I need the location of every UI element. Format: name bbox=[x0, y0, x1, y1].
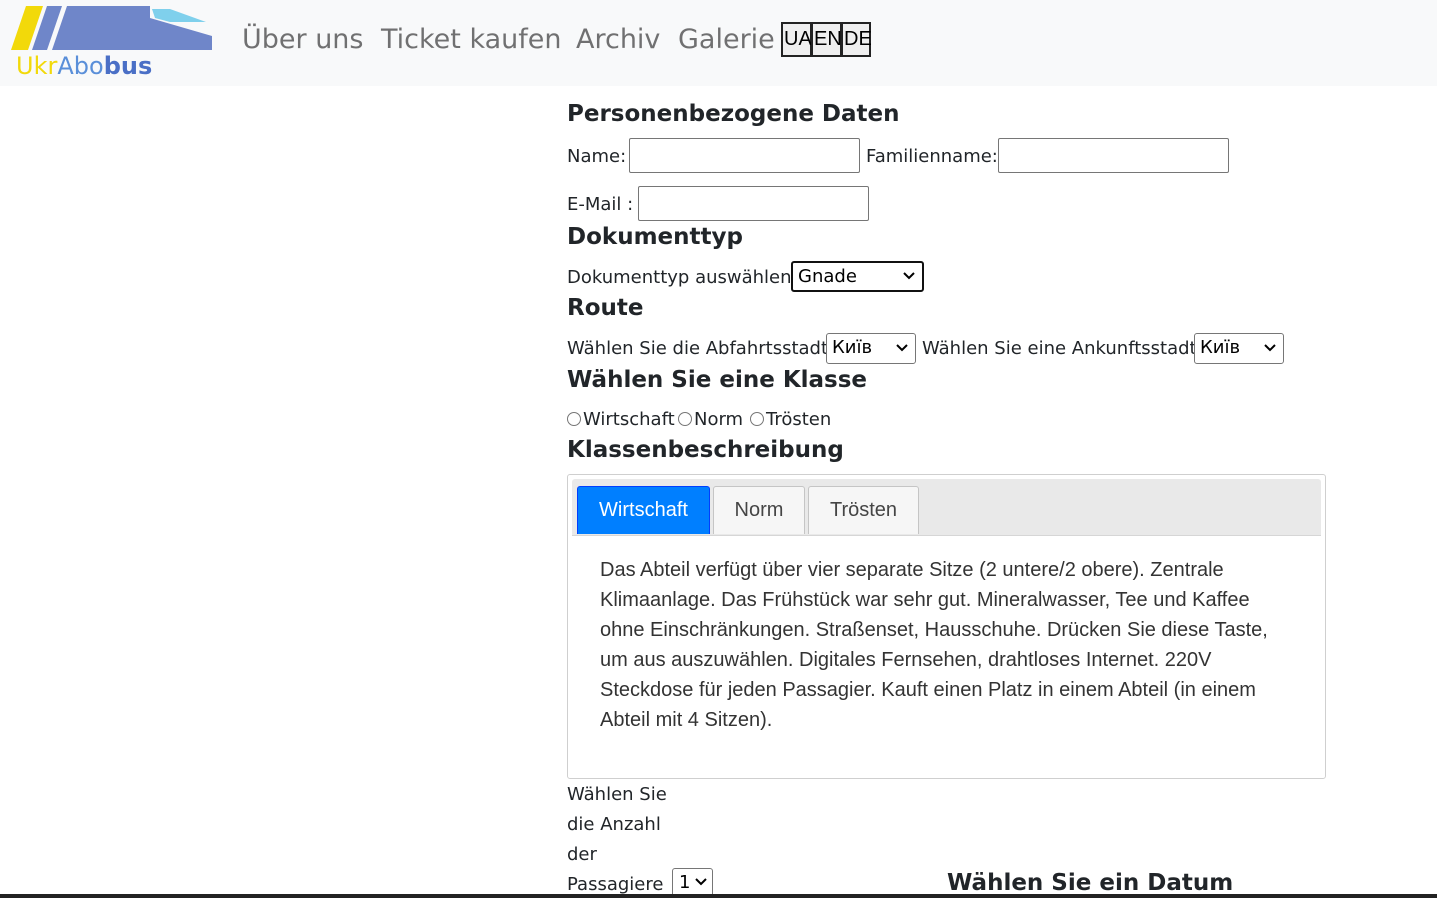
lang-en-button[interactable]: EN bbox=[811, 22, 842, 57]
passengers-count-selected-value: 1 bbox=[679, 872, 691, 893]
brand-name: UkrAbobus bbox=[16, 52, 152, 80]
document-type-label: Dokumenttyp auswählen bbox=[567, 267, 792, 288]
tab-standard[interactable]: Norm bbox=[713, 486, 805, 534]
nav-archive[interactable]: Archiv bbox=[576, 22, 660, 58]
arrival-city-selected-value: Київ bbox=[1200, 337, 1241, 358]
document-type-selected-value: Gnade bbox=[798, 266, 857, 287]
brand-logo[interactable]: UkrAbobus bbox=[10, 4, 215, 80]
brand-name-ukr: Ukr bbox=[16, 52, 58, 80]
nav-about-us[interactable]: Über uns bbox=[242, 22, 364, 58]
chevron-down-icon bbox=[903, 271, 915, 279]
route-heading: Route bbox=[567, 295, 644, 321]
chevron-down-icon bbox=[695, 878, 707, 886]
brand-name-abo: Abo bbox=[57, 52, 104, 80]
language-switcher: UA EN DE bbox=[781, 22, 872, 57]
class-radio-standard-label: Norm bbox=[694, 409, 744, 430]
name-input[interactable] bbox=[629, 138, 860, 173]
class-radio-standard[interactable] bbox=[678, 412, 692, 426]
tab-economy[interactable]: Wirtschaft bbox=[577, 486, 710, 534]
departure-city-selected-value: Київ bbox=[832, 337, 873, 358]
surname-input[interactable] bbox=[998, 138, 1229, 173]
navbar: UkrAbobus Über uns Ticket kaufen Archiv … bbox=[0, 0, 1437, 86]
passengers-label-line-3: der bbox=[567, 844, 597, 865]
departure-city-select[interactable]: Київ bbox=[826, 333, 916, 364]
class-radio-economy[interactable] bbox=[567, 412, 581, 426]
surname-label: Familienname: bbox=[866, 146, 998, 167]
passengers-label-line-1: Wählen Sie bbox=[567, 784, 667, 805]
nav-buy-ticket[interactable]: Ticket kaufen bbox=[381, 22, 562, 58]
arrival-city-select[interactable]: Київ bbox=[1194, 333, 1284, 364]
email-input[interactable] bbox=[638, 186, 869, 221]
nav-gallery[interactable]: Galerie bbox=[678, 22, 775, 58]
lang-de-button[interactable]: DE bbox=[841, 22, 872, 57]
email-label: E-Mail : bbox=[567, 194, 634, 215]
class-select-heading: Wählen Sie eine Klasse bbox=[567, 367, 868, 393]
class-radio-comfort-label: Trösten bbox=[766, 409, 832, 430]
personal-data-heading: Personenbezogene Daten bbox=[567, 101, 900, 127]
class-description-tabs: Wirtschaft Norm Trösten Das Abteil verfü… bbox=[567, 474, 1326, 779]
class-description-heading: Klassenbeschreibung bbox=[567, 437, 844, 463]
name-label: Name: bbox=[567, 146, 627, 167]
class-description-text: Das Abteil verfügt über vier separate Si… bbox=[600, 559, 1268, 731]
lang-ua-button[interactable]: UA bbox=[781, 22, 812, 57]
bus-logo-graphic bbox=[11, 6, 212, 50]
passengers-label-line-2: die Anzahl bbox=[567, 814, 661, 835]
departure-city-label: Wählen Sie die Abfahrtsstadt bbox=[567, 338, 829, 359]
class-radio-economy-label: Wirtschaft bbox=[583, 409, 675, 430]
arrival-city-label: Wählen Sie eine Ankunftsstadt bbox=[922, 338, 1197, 359]
tab-comfort[interactable]: Trösten bbox=[808, 486, 919, 534]
page-bottom-edge bbox=[0, 894, 1437, 898]
class-radio-comfort[interactable] bbox=[750, 412, 764, 426]
tab-bar: Wirtschaft Norm Trösten bbox=[572, 479, 1321, 536]
chevron-down-icon bbox=[1264, 343, 1276, 351]
brand-name-bus: bus bbox=[103, 52, 153, 80]
document-type-select[interactable]: Gnade bbox=[791, 261, 924, 292]
document-type-heading: Dokumenttyp bbox=[567, 224, 743, 250]
chevron-down-icon bbox=[896, 343, 908, 351]
